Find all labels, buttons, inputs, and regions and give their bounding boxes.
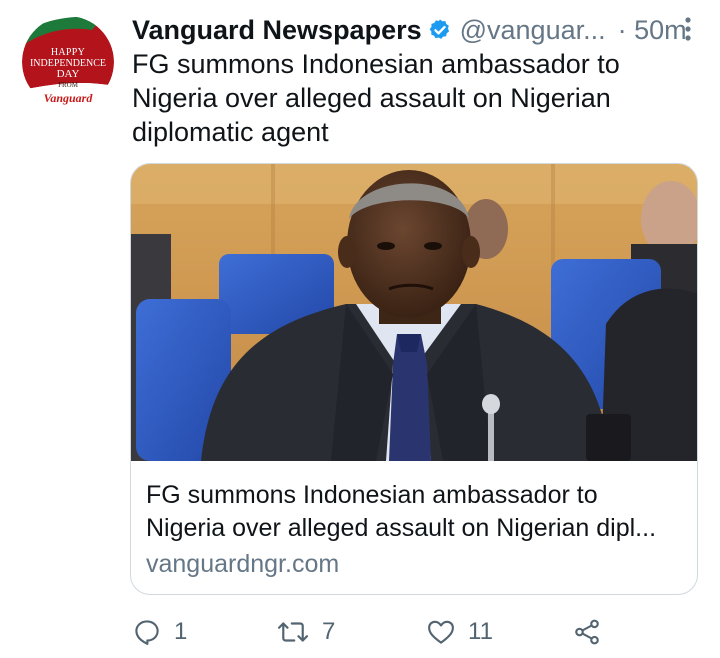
heart-icon — [428, 620, 454, 644]
tweet[interactable]: HAPPY INDEPENDENCE DAY FROM Vanguard Van… — [0, 0, 720, 658]
retweet-count: 7 — [322, 618, 336, 645]
tweet-actions: 1 7 11 — [132, 614, 692, 650]
account-name[interactable]: Vanguard Newspapers — [132, 15, 422, 46]
avatar-text-happy: HAPPY — [50, 47, 86, 58]
reply-button[interactable]: 1 — [132, 614, 187, 650]
card-title-line-1: FG summons Indonesian ambassador to — [146, 481, 598, 509]
avatar-text-from: FROM — [58, 81, 78, 89]
reply-count: 1 — [174, 618, 188, 645]
more-options-icon[interactable] — [684, 16, 692, 42]
share-button[interactable] — [572, 614, 602, 650]
retweet-icon — [277, 622, 309, 642]
share-icon — [575, 619, 599, 645]
tweet-header: Vanguard Newspapers @vanguar... · 50m — [132, 10, 702, 50]
verified-badge-icon[interactable] — [428, 18, 452, 42]
reply-icon — [135, 620, 159, 645]
account-handle[interactable]: @vanguar... — [460, 15, 606, 46]
card-title: FG summons Indonesian ambassador to Nige… — [146, 479, 691, 545]
tweet-text: FG summons Indonesian ambassador to Nige… — [132, 49, 620, 147]
like-count: 11 — [468, 618, 493, 645]
like-button[interactable]: 11 — [426, 614, 493, 650]
card-domain: vanguardngr.com — [146, 550, 340, 578]
avatar[interactable]: HAPPY INDEPENDENCE DAY FROM Vanguard — [22, 16, 114, 108]
avatar-brand-logo: Vanguard — [43, 91, 93, 105]
retweet-button[interactable]: 7 — [276, 614, 335, 650]
tweet-timestamp[interactable]: · 50m — [618, 15, 687, 46]
avatar-text-day: DAY — [56, 68, 80, 80]
card-image — [131, 164, 697, 461]
card-title-line-2: Nigeria over alleged assault on Nigerian… — [146, 514, 657, 542]
link-preview-card[interactable]: FG summons Indonesian ambassador to Nige… — [130, 163, 698, 595]
